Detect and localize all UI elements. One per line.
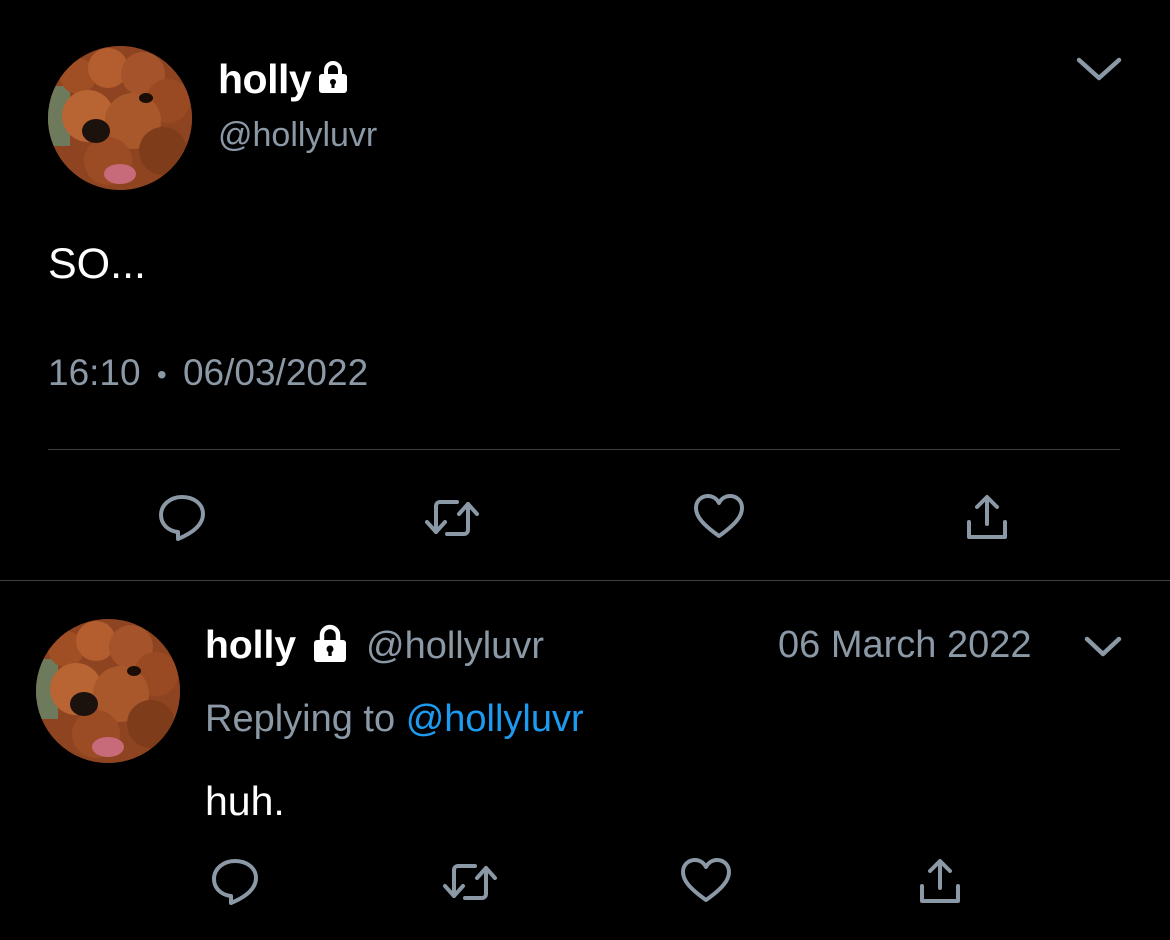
reply-button[interactable] (152, 490, 212, 546)
display-name[interactable]: holly (218, 56, 312, 103)
divider (48, 449, 1120, 450)
reply-share-button[interactable] (912, 852, 968, 910)
heart-icon (681, 858, 731, 902)
avatar[interactable] (48, 46, 192, 190)
retweet-icon (443, 864, 497, 900)
reply-icon (212, 859, 258, 905)
share-button[interactable] (958, 488, 1016, 546)
reply-retweet-button[interactable] (438, 856, 502, 908)
reply-reply-button[interactable] (206, 854, 264, 910)
tweet-text: SO... (48, 240, 146, 288)
tweet-menu-button[interactable] (1074, 48, 1124, 88)
share-icon (967, 495, 1007, 539)
chevron-down-icon (1076, 57, 1122, 81)
reply-icon (159, 495, 205, 541)
avatar-image (36, 619, 180, 763)
share-icon (920, 859, 960, 903)
reply-like-button[interactable] (676, 852, 736, 910)
reply-display-name[interactable]: holly (205, 624, 296, 668)
like-button[interactable] (688, 488, 750, 546)
tweet-timestamp[interactable]: 16:10 • 06/03/2022 (48, 352, 368, 394)
reply-handle[interactable]: @hollyluvr (366, 625, 544, 668)
avatar-image (48, 46, 192, 190)
timestamp-separator: • (156, 359, 167, 391)
handle[interactable]: @hollyluvr (218, 116, 377, 155)
reply-avatar[interactable] (36, 619, 180, 763)
reply-menu-button[interactable] (1080, 628, 1126, 664)
reply-text: huh. (205, 778, 285, 824)
reply-date[interactable]: 06 March 2022 (778, 624, 1032, 667)
replying-to-label: Replying to (205, 698, 396, 740)
replying-to-link[interactable]: @hollyluvr (406, 698, 584, 740)
heart-icon (694, 494, 744, 538)
chevron-down-icon (1084, 636, 1122, 657)
lock-icon (315, 59, 351, 100)
tweet-date: 06/03/2022 (182, 352, 369, 393)
section-divider (0, 580, 1170, 581)
tweet-time: 16:10 (48, 352, 141, 393)
lock-icon (310, 623, 350, 670)
retweet-button[interactable] (420, 490, 484, 546)
retweet-icon (425, 500, 479, 536)
